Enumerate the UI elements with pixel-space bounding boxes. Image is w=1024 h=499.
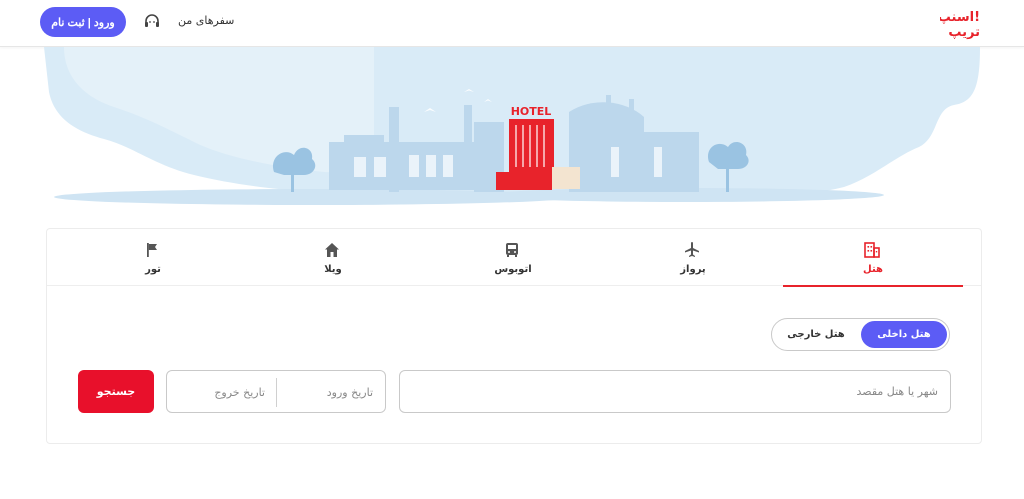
top-header: اسنپ! تریپ ورود | ثبت نام سفرهای من (0, 0, 1024, 47)
login-register-button[interactable]: ورود | ثبت نام (40, 7, 126, 37)
destination-field (399, 370, 951, 413)
tab-flight[interactable]: پرواز (603, 229, 783, 286)
date-range-field: تاریخ ورود تاریخ خروج (166, 370, 386, 413)
tab-villa[interactable]: ویلا (243, 229, 423, 286)
tab-tour[interactable]: تور (63, 229, 243, 286)
search-card: هتل پرواز اتوبوس ویلا تور هتل داخلی هتل … (46, 228, 982, 444)
home-icon (325, 243, 339, 257)
my-trips-link[interactable]: سفرهای من (178, 14, 234, 27)
destination-input[interactable] (400, 371, 950, 412)
tab-hotel-label: هتل (863, 264, 883, 275)
hotel-icon (864, 242, 880, 258)
snapptrip-logo[interactable]: اسنپ! تریپ (940, 6, 982, 40)
flag-icon (147, 243, 157, 257)
tab-tour-label: تور (145, 264, 161, 275)
checkin-date-input[interactable]: تاریخ ورود (327, 371, 373, 414)
bus-icon (506, 243, 518, 257)
tab-bus-label: اتوبوس (494, 264, 532, 275)
domestic-hotel-option[interactable]: هتل داخلی (861, 321, 947, 348)
svg-text:HOTEL: HOTEL (511, 105, 552, 118)
tab-hotel[interactable]: هتل (783, 229, 963, 287)
svg-text:تریپ: تریپ (948, 25, 980, 40)
date-divider (276, 378, 277, 407)
checkout-date-input[interactable]: تاریخ خروج (214, 371, 265, 414)
hero-illustration: HOTEL (44, 47, 980, 205)
page: اسنپ! تریپ ورود | ثبت نام سفرهای من HOTE… (0, 0, 1024, 499)
tab-villa-label: ویلا (324, 264, 342, 275)
tab-flight-label: پرواز (680, 264, 706, 275)
tab-bus[interactable]: اتوبوس (423, 229, 603, 286)
service-tabs: هتل پرواز اتوبوس ویلا تور (47, 229, 981, 287)
svg-text:اسنپ!: اسنپ! (940, 10, 980, 25)
headset-icon[interactable] (143, 13, 161, 31)
airplane-icon (685, 242, 699, 257)
hotel-type-toggle: هتل داخلی هتل خارجی (771, 318, 950, 351)
search-button[interactable]: جستجو (78, 370, 154, 413)
foreign-hotel-option[interactable]: هتل خارجی (776, 321, 856, 348)
